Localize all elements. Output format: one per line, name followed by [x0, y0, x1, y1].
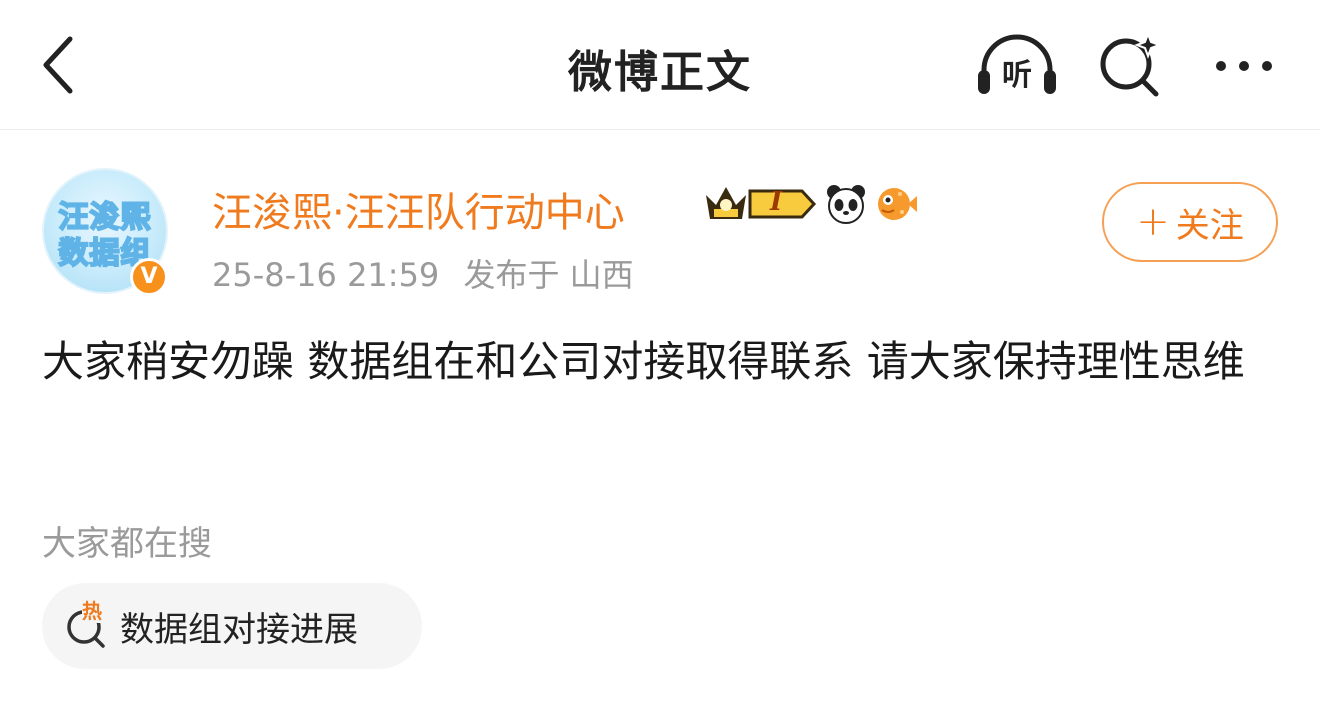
follow-button[interactable]: + 关注: [1102, 182, 1278, 262]
author-name[interactable]: 汪浚熙·汪汪队行动中心: [212, 180, 625, 238]
trending-search-chip[interactable]: 热 数据组对接进展: [42, 583, 422, 669]
listen-label: 听: [1002, 58, 1032, 93]
hot-search-icon: 热: [64, 599, 110, 649]
trending-search-text: 数据组对接进展: [120, 609, 358, 650]
panda-icon[interactable]: [824, 182, 868, 226]
more-dot-icon: [1262, 61, 1272, 71]
post-text: 大家稍安勿躁 数据组在和公司对接取得联系 请大家保持理性思维: [42, 337, 1245, 386]
crown-level-badge-icon[interactable]: I: [702, 183, 818, 225]
search-sparkle-icon: [1100, 31, 1162, 97]
top-navigation-bar: 微博正文 听: [0, 0, 1320, 130]
hot-mark: 热: [82, 599, 102, 623]
plus-icon: +: [1136, 199, 1170, 245]
listen-button[interactable]: 听: [974, 30, 1060, 102]
level-label: I: [770, 187, 783, 217]
post-meta: 25-8-16 21:59 发布于 山西: [212, 250, 648, 296]
trending-search-label: 大家都在搜: [42, 524, 212, 564]
more-dot-icon: [1216, 61, 1226, 71]
post-time: 25-8-16 21:59: [212, 256, 440, 294]
pufferfish-icon[interactable]: [874, 182, 918, 226]
post-location: 发布于 山西: [463, 256, 634, 294]
author-badges: I: [702, 182, 918, 226]
more-dot-icon: [1239, 61, 1249, 71]
follow-label: 关注: [1175, 205, 1244, 246]
verified-badge-icon: V: [130, 258, 168, 296]
search-button[interactable]: [1094, 30, 1166, 102]
more-options-button[interactable]: [1206, 30, 1282, 102]
